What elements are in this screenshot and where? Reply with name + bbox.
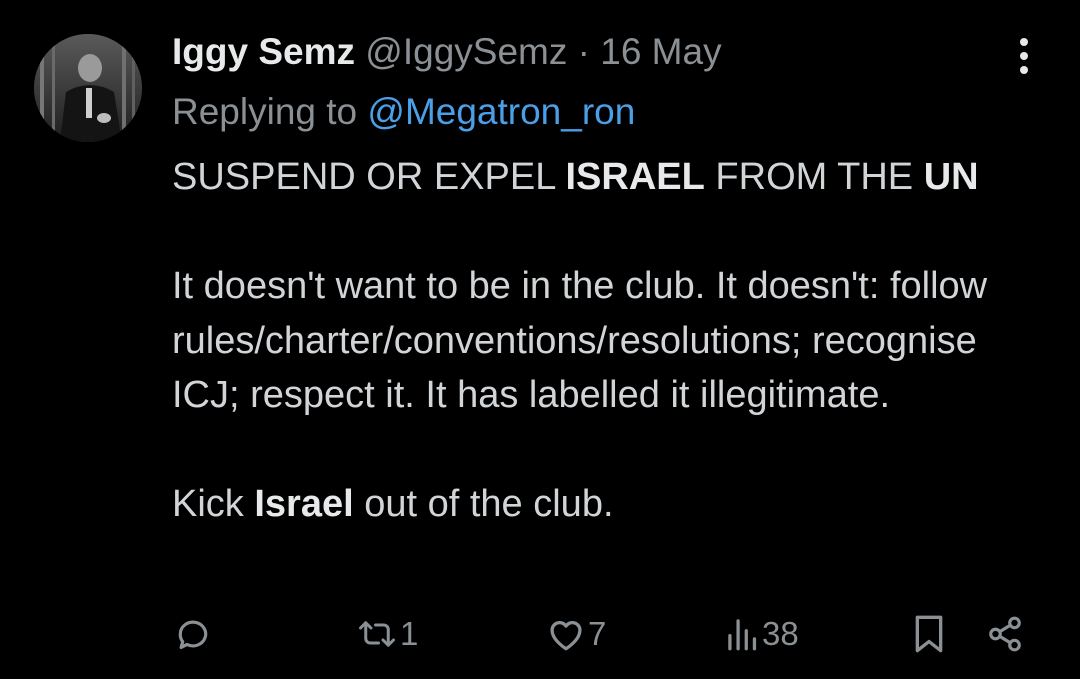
text-bold-segment: Israel [254,483,354,525]
text-bold-segment: ISRAEL [565,156,705,198]
like-button[interactable]: 7 [546,606,606,662]
text-bold-segment: UN [923,156,979,198]
separator-dot: · [577,31,590,72]
text-segment: FROM THE [704,156,924,198]
tweet-text: SUSPEND OR EXPEL ISRAEL FROM THE UN It d… [172,150,1052,532]
replying-to-label: Replying to [172,91,358,132]
action-bar: 1 7 38 [0,606,1080,662]
display-name[interactable]: Iggy Semz [172,31,355,72]
share-icon [989,616,1021,652]
views-button[interactable]: 38 [726,606,799,662]
reply-button[interactable] [174,606,214,662]
tweet-paragraph: It doesn't want to be in the club. It do… [172,265,988,416]
views-icon [728,619,757,651]
retweet-icon [359,621,395,647]
text-segment: out of the club. [353,483,614,525]
views-count: 38 [762,615,799,652]
bookmark-button[interactable] [912,606,946,662]
tweet: Iggy Semz @IggySemz · 16 May Replying to… [0,0,1080,679]
tweet-header: Iggy Semz @IggySemz · 16 May [172,28,722,76]
text-segment: Kick [172,483,255,525]
retweet-button[interactable]: 1 [356,606,418,662]
replying-to: Replying to @Megatron_ron [172,88,635,136]
replying-to-mention[interactable]: @Megatron_ron [367,91,635,132]
tweet-date[interactable]: 16 May [600,31,721,72]
retweet-count: 1 [400,615,419,652]
bookmark-icon [915,615,943,653]
share-button[interactable] [986,606,1024,662]
reply-icon [178,620,208,650]
like-count: 7 [588,615,607,652]
avatar[interactable] [34,34,142,142]
more-vertical-icon [1020,38,1028,74]
tweet-line-headline: SUSPEND OR EXPEL ISRAEL FROM THE UN [172,150,1052,205]
tweet-line-closing: Kick Israel out of the club. [172,477,1052,532]
user-handle[interactable]: @IggySemz [365,31,567,72]
heart-icon [550,621,582,651]
text-segment: SUSPEND OR EXPEL [172,156,566,198]
more-options-button[interactable] [1010,36,1038,76]
